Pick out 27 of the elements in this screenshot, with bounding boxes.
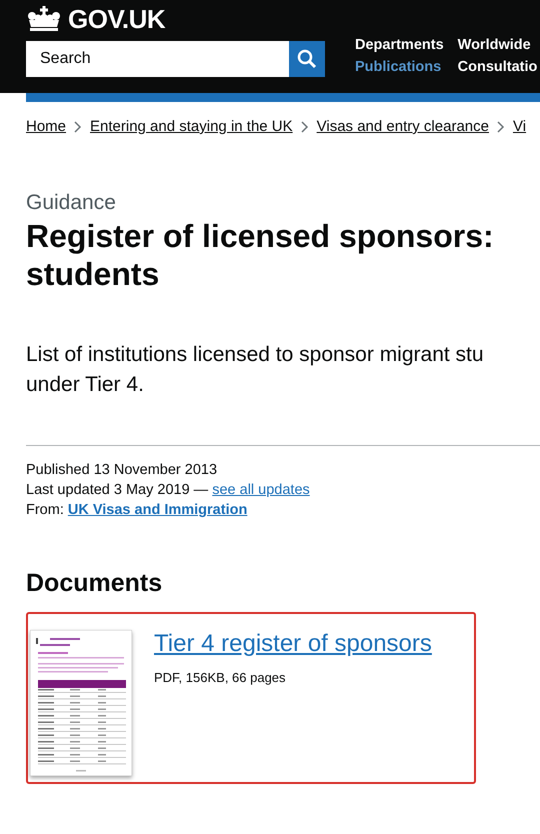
nav-link[interactable]: Consultatio — [458, 59, 538, 77]
nav-link[interactable]: Worldwide — [458, 37, 538, 55]
chevron-icon — [496, 120, 505, 132]
nav-link[interactable]: Publications — [355, 59, 444, 77]
from-label: From: — [26, 502, 64, 518]
published-date: Published 13 November 2013 — [26, 460, 218, 480]
crown-icon — [26, 6, 62, 32]
document-link[interactable]: Tier 4 register of sponsors — [154, 630, 432, 658]
breadcrumb-link[interactable]: Home — [26, 118, 66, 135]
document-details: PDF, 156KB, 66 pages — [154, 670, 287, 685]
breadcrumb-link[interactable]: Visas and entry clearance — [316, 118, 489, 135]
breadcrumb-link[interactable]: Entering and staying in the UK — [90, 118, 293, 135]
updated-date: Last updated 3 May 2019 — — [26, 482, 208, 498]
nav-link[interactable]: Departments — [355, 37, 444, 55]
page-title: Register of licensed sponsors: students — [26, 217, 495, 294]
search-field[interactable]: Search — [26, 41, 289, 77]
page-summary: List of institutions licensed to sponsor migrant stu under Tier 4. — [26, 342, 485, 398]
page-caption: Guidance — [26, 191, 117, 215]
chevron-icon — [74, 120, 82, 132]
section-heading: Documents — [26, 568, 164, 598]
site-logo[interactable]: GOV.UK — [68, 4, 166, 34]
breadcrumb-link[interactable]: Vi — [512, 118, 526, 135]
chevron-icon — [300, 120, 309, 132]
organisation-link[interactable]: UK Visas and Immigration — [68, 502, 248, 518]
updates-link[interactable]: see all updates — [212, 482, 310, 498]
search-button[interactable] — [289, 41, 325, 77]
search-icon — [297, 49, 317, 69]
